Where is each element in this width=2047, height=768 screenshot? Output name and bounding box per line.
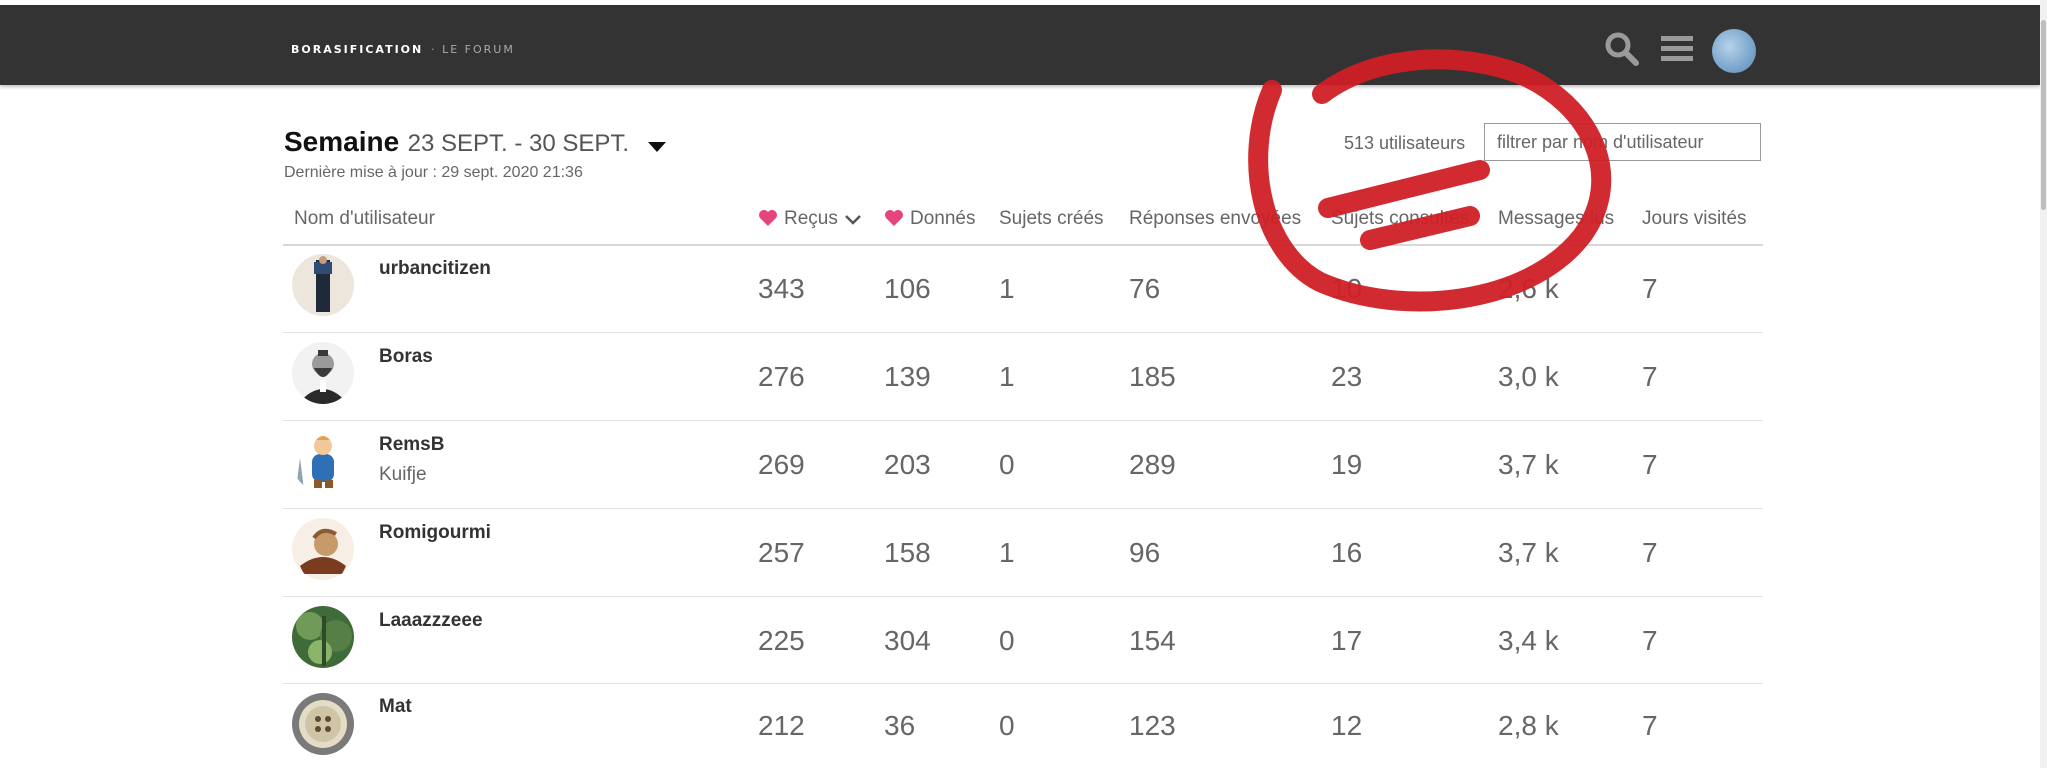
site-header: BORASIFICATION · LE FORUM bbox=[0, 5, 2040, 85]
header-divider bbox=[283, 244, 1763, 246]
cell-read: 2,6 k bbox=[1498, 273, 1559, 304]
column-label: Nom d'utilisateur bbox=[294, 208, 435, 229]
heart-icon bbox=[758, 209, 778, 233]
cell-viewed: 12 bbox=[1331, 710, 1363, 741]
username-link[interactable]: Laaazzzeee bbox=[379, 610, 483, 632]
cell-topics: 0 bbox=[999, 710, 1015, 741]
cell-viewed: 10 bbox=[1331, 273, 1363, 304]
column-label: Reçus bbox=[784, 208, 838, 229]
logo-main: BORASIFICATION bbox=[291, 43, 424, 56]
caret-down-icon[interactable] bbox=[647, 141, 666, 152]
cell-replies: 154 bbox=[1129, 625, 1176, 656]
cell-replies: 123 bbox=[1129, 710, 1176, 741]
row-divider bbox=[283, 596, 1763, 597]
cell-topics: 1 bbox=[999, 273, 1015, 304]
cell-received: 225 bbox=[758, 625, 805, 656]
cell-replies: 96 bbox=[1129, 537, 1161, 568]
cell-topics: 1 bbox=[999, 361, 1015, 392]
column-header-received[interactable]: Reçus bbox=[758, 208, 862, 233]
cell-received: 343 bbox=[758, 273, 805, 304]
user-count: 513 utilisateurs bbox=[1344, 133, 1466, 153]
cell-read: 3,0 k bbox=[1498, 361, 1559, 392]
column-label: Messages lus bbox=[1498, 208, 1615, 229]
cell-given: 36 bbox=[884, 710, 916, 741]
site-logo[interactable]: BORASIFICATION · LE FORUM bbox=[291, 43, 515, 56]
user-title: Kuifje bbox=[379, 464, 427, 485]
user-avatar[interactable] bbox=[292, 606, 354, 668]
page-scrollbar[interactable] bbox=[2040, 0, 2047, 768]
cell-viewed: 17 bbox=[1331, 625, 1363, 656]
column-header-viewed[interactable]: Sujets consultés bbox=[1331, 208, 1469, 230]
cell-viewed: 23 bbox=[1331, 361, 1363, 392]
cell-given: 304 bbox=[884, 625, 931, 656]
cell-viewed: 19 bbox=[1331, 449, 1363, 480]
column-header-read[interactable]: Messages lus bbox=[1498, 208, 1614, 230]
username-link[interactable]: Boras bbox=[379, 346, 433, 368]
cell-read: 3,4 k bbox=[1498, 625, 1559, 656]
cell-topics: 1 bbox=[999, 537, 1015, 568]
username-link[interactable]: Mat bbox=[379, 696, 412, 718]
cell-given: 106 bbox=[884, 273, 931, 304]
cell-read: 3,7 k bbox=[1498, 537, 1559, 568]
cell-topics: 0 bbox=[999, 625, 1015, 656]
current-user-avatar[interactable] bbox=[1712, 29, 1756, 73]
row-divider bbox=[283, 420, 1763, 421]
search-icon[interactable] bbox=[1602, 29, 1642, 69]
scrollbar-thumb[interactable] bbox=[2041, 20, 2046, 210]
username-link[interactable]: RemsB bbox=[379, 434, 444, 456]
cell-read: 2,8 k bbox=[1498, 710, 1559, 741]
column-label: Sujets créés bbox=[999, 208, 1104, 229]
user-avatar[interactable] bbox=[292, 254, 354, 316]
column-label: Donnés bbox=[910, 208, 976, 229]
cell-topics: 0 bbox=[999, 449, 1015, 480]
logo-sub: · LE FORUM bbox=[431, 43, 515, 56]
column-header-given[interactable]: Donnés bbox=[884, 208, 976, 233]
last-updated: Dernière mise à jour : 29 sept. 2020 21:… bbox=[284, 164, 583, 181]
cell-replies: 289 bbox=[1129, 449, 1176, 480]
column-label: Réponses envoyées bbox=[1129, 208, 1302, 229]
row-divider bbox=[283, 508, 1763, 509]
cell-received: 276 bbox=[758, 361, 805, 392]
heart-icon bbox=[884, 209, 904, 233]
cell-given: 203 bbox=[884, 449, 931, 480]
period-range: 23 SEPT. - 30 SEPT. bbox=[407, 130, 630, 157]
cell-viewed: 16 bbox=[1331, 537, 1363, 568]
column-header-username[interactable]: Nom d'utilisateur bbox=[294, 208, 435, 230]
cell-days: 7 bbox=[1642, 449, 1658, 480]
column-label: Sujets consultés bbox=[1331, 208, 1470, 229]
cell-received: 257 bbox=[758, 537, 805, 568]
user-avatar[interactable] bbox=[292, 518, 354, 580]
user-avatar[interactable] bbox=[292, 342, 354, 404]
column-header-topics[interactable]: Sujets créés bbox=[999, 208, 1104, 230]
chevron-down-icon[interactable] bbox=[844, 211, 862, 233]
row-divider bbox=[283, 332, 1763, 333]
cell-replies: 185 bbox=[1129, 361, 1176, 392]
cell-days: 7 bbox=[1642, 361, 1658, 392]
column-label: Jours visités bbox=[1642, 208, 1747, 229]
cell-received: 269 bbox=[758, 449, 805, 480]
cell-read: 3,7 k bbox=[1498, 449, 1559, 480]
cell-days: 7 bbox=[1642, 625, 1658, 656]
period-selector[interactable]: Semaine 23 SEPT. - 30 SEPT. bbox=[284, 126, 666, 158]
column-header-replies[interactable]: Réponses envoyées bbox=[1129, 208, 1301, 230]
cell-given: 139 bbox=[884, 361, 931, 392]
cell-days: 7 bbox=[1642, 710, 1658, 741]
username-link[interactable]: urbancitizen bbox=[379, 258, 491, 280]
user-avatar[interactable] bbox=[292, 430, 354, 492]
cell-days: 7 bbox=[1642, 273, 1658, 304]
cell-given: 158 bbox=[884, 537, 931, 568]
username-link[interactable]: Romigourmi bbox=[379, 522, 491, 544]
hamburger-menu-icon[interactable] bbox=[1658, 29, 1698, 69]
period-label: Semaine bbox=[284, 126, 400, 157]
row-divider bbox=[283, 683, 1763, 684]
username-filter-input[interactable] bbox=[1484, 123, 1761, 161]
cell-days: 7 bbox=[1642, 537, 1658, 568]
cell-replies: 76 bbox=[1129, 273, 1161, 304]
user-avatar[interactable] bbox=[292, 693, 354, 755]
column-header-days[interactable]: Jours visités bbox=[1642, 208, 1747, 230]
cell-received: 212 bbox=[758, 710, 805, 741]
